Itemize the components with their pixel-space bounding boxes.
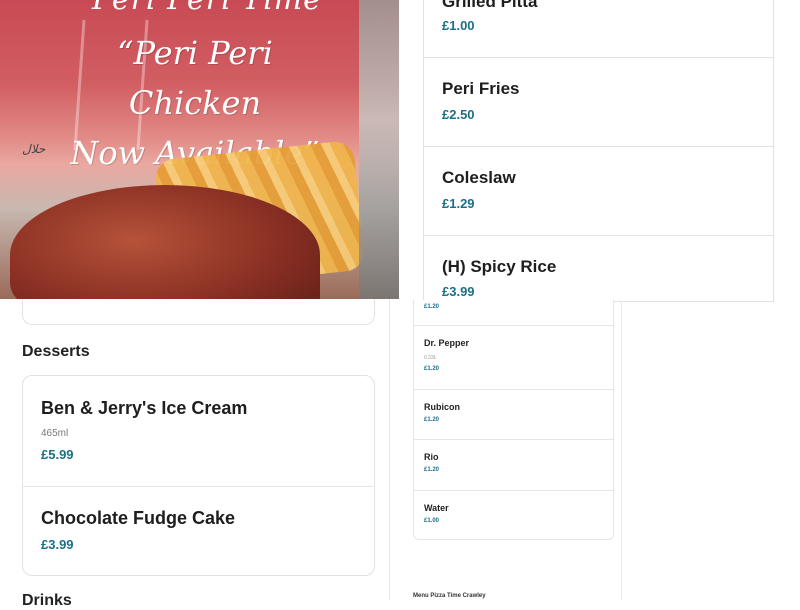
item-name: Dr. Pepper: [424, 338, 470, 348]
menu-item[interactable]: £1.20: [414, 300, 613, 326]
item-name: (H) Spicy Rice: [442, 257, 557, 276]
promo-headline-line: “Peri Peri Chicken: [117, 34, 273, 122]
column-divider: [621, 300, 622, 600]
promo-header-text: Peri Peri Time: [92, 0, 322, 17]
menu-item[interactable]: Peri Fries £2.50: [423, 58, 774, 147]
item-name: Rio: [424, 452, 439, 462]
halal-logo: حلال: [22, 142, 46, 156]
item-name: Coleslaw: [442, 168, 516, 187]
item-price: £2.50: [442, 107, 475, 122]
item-name: Grilled Pitta: [442, 0, 538, 11]
promo-image: Peri Peri Time “Peri Peri Chicken Now Av…: [0, 0, 399, 299]
menu-item[interactable]: Chocolate Fudge Cake £3.99: [23, 487, 374, 575]
menu-item[interactable]: Ben & Jerry's Ice Cream 465ml £5.99: [23, 376, 374, 487]
item-name: Water: [424, 503, 449, 513]
item-price: £1.00: [424, 518, 440, 524]
menu-item[interactable]: Coleslaw £1.29: [423, 147, 774, 236]
sides-list: Grilled Pitta £1.00 Peri Fries £2.50 Col…: [423, 0, 774, 302]
menu-item[interactable]: Dr. Pepper 0.33L £1.20: [414, 326, 613, 390]
menu-item[interactable]: Rubicon £1.20: [414, 390, 613, 440]
menu-item[interactable]: Grilled Pitta £1.00: [423, 0, 774, 58]
item-name: Rubicon: [424, 402, 460, 412]
desserts-heading: Desserts: [22, 343, 90, 360]
menu-item[interactable]: (H) Spicy Rice £3.99: [423, 236, 774, 302]
item-price: £3.99: [41, 537, 74, 552]
item-description: 0.33L: [424, 355, 437, 361]
menu-item[interactable]: Rio £1.20: [414, 440, 613, 491]
menu-item[interactable]: Water £1.00: [414, 491, 613, 541]
drinks-list: £1.20 Dr. Pepper 0.33L £1.20 Rubicon £1.…: [413, 300, 614, 540]
item-price: £1.20: [424, 304, 440, 310]
item-price: £5.99: [41, 447, 74, 462]
item-price: £3.99: [442, 284, 475, 299]
item-price: £1.20: [424, 467, 440, 473]
item-price: £1.00: [442, 18, 475, 33]
item-description: 465ml: [41, 428, 69, 439]
drinks-heading: Drinks: [22, 592, 72, 609]
item-price: £1.29: [442, 196, 475, 211]
item-price: £1.20: [424, 366, 440, 372]
item-name: Ben & Jerry's Ice Cream: [41, 398, 248, 418]
item-price: £1.20: [424, 417, 440, 423]
footer-caption: Menu Pizza Time Crawley: [413, 593, 486, 599]
desserts-card: Ben & Jerry's Ice Cream 465ml £5.99 Choc…: [22, 375, 375, 576]
item-name: Peri Fries: [442, 79, 520, 98]
window-reflection: [359, 0, 399, 299]
item-name: Chocolate Fudge Cake: [41, 508, 236, 528]
